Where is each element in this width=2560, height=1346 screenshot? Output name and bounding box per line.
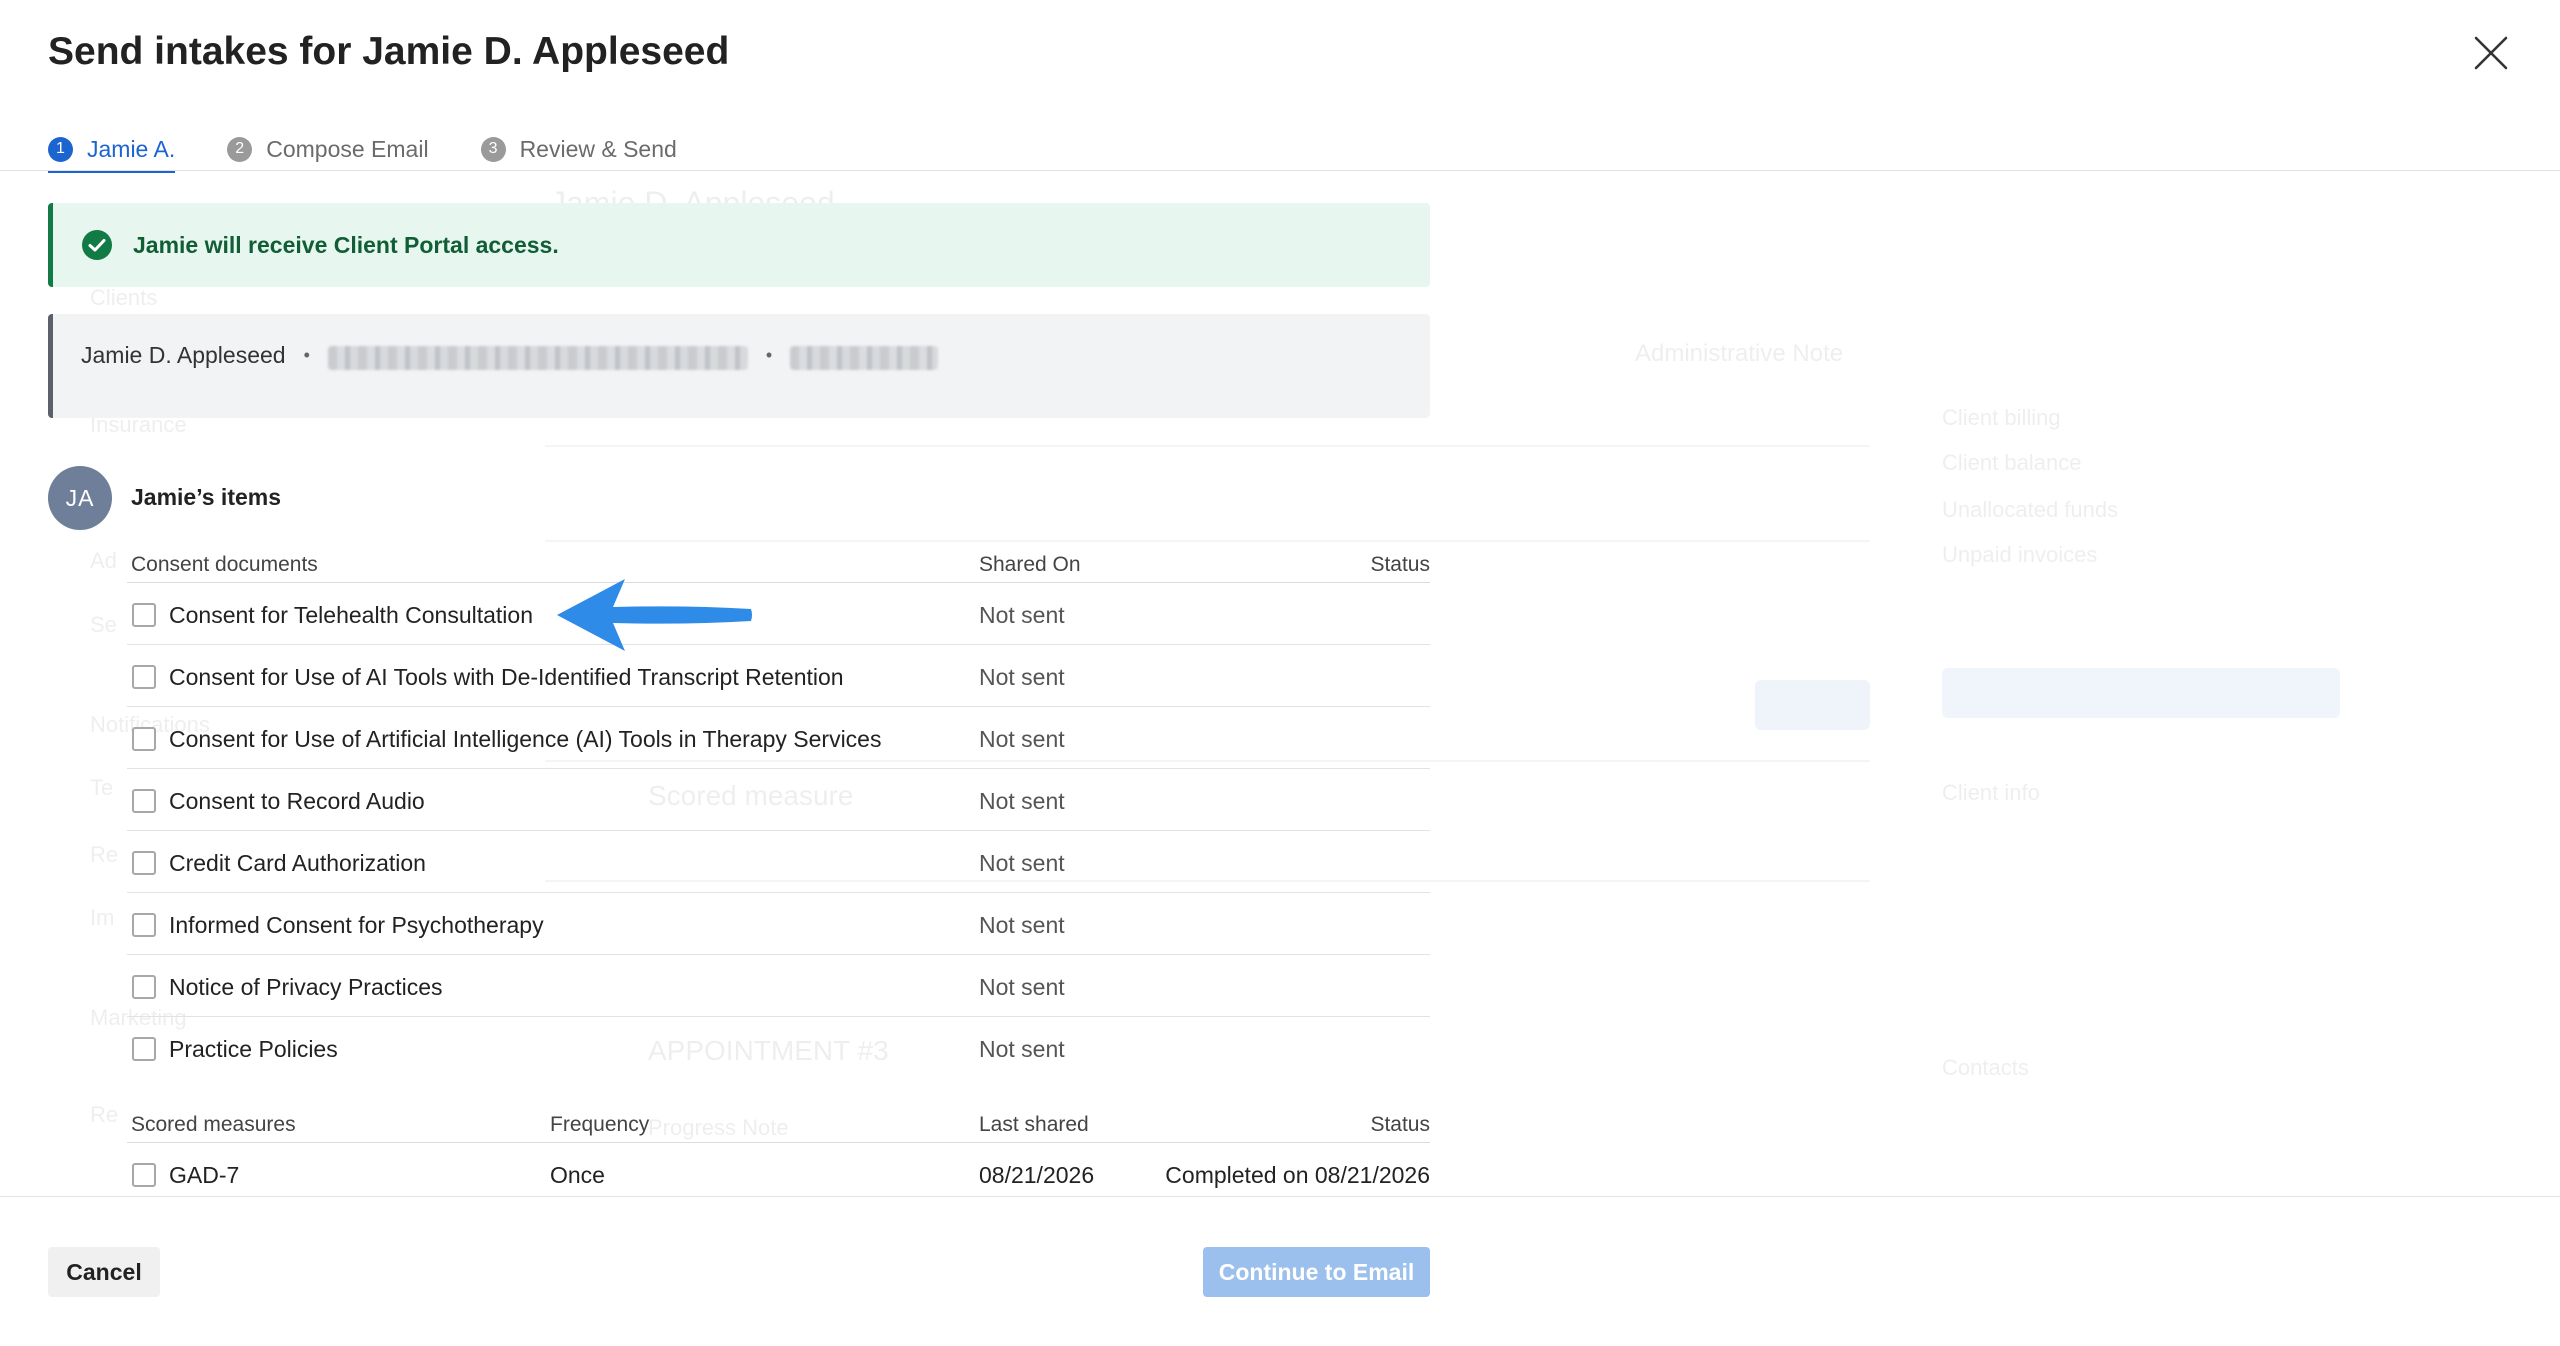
document-name: Informed Consent for Psychotherapy	[169, 912, 544, 938]
table-row: Informed Consent for Psychotherapy Not se…	[127, 893, 1430, 955]
document-name: Consent for Use of Artificial Intelligen…	[169, 726, 882, 752]
document-name: Credit Card Authorization	[169, 850, 426, 876]
step-review-send[interactable]: 3 Review & Send	[480, 128, 677, 170]
consent-documents-table: Consent documents Shared On Status Conse…	[127, 543, 1430, 1079]
shared-on-value: Not sent	[979, 974, 1065, 1000]
measure-status: Completed on 08/21/2026	[1165, 1162, 1430, 1188]
row-checkbox[interactable]	[132, 1037, 156, 1061]
send-intakes-dialog: Clients Insurance Ad Se Notifications Te…	[0, 0, 2560, 1346]
table-row: Consent to Record Audio Not sent	[127, 769, 1430, 831]
step-number: 2	[227, 136, 253, 162]
dialog-title: Send intakes for Jamie D. Appleseed	[48, 30, 730, 73]
client-name: Jamie D. Appleseed	[81, 342, 286, 368]
table-row: Notice of Privacy Practices Not sent	[127, 955, 1430, 1017]
step-label: Jamie A.	[87, 135, 176, 162]
table-header: Consent documents Shared On Status	[127, 543, 1430, 583]
shared-on-value: Not sent	[979, 912, 1065, 938]
header-consent-documents: Consent documents	[131, 553, 318, 576]
annotation-arrow-icon	[557, 579, 752, 651]
cancel-button[interactable]: Cancel	[48, 1247, 160, 1297]
avatar: JA	[48, 466, 112, 530]
redacted-phone	[790, 346, 939, 370]
table-row: Practice Policies Not sent	[127, 1017, 1430, 1079]
table-row: Consent for Use of Artificial Intelligen…	[127, 707, 1430, 769]
row-checkbox[interactable]	[132, 975, 156, 999]
document-name: Practice Policies	[169, 1036, 338, 1062]
shared-on-value: Not sent	[979, 726, 1065, 752]
measure-last-shared: 08/21/2026	[979, 1162, 1095, 1188]
header-shared-on: Shared On	[979, 553, 1081, 576]
separator: •	[765, 345, 773, 365]
header-scored-measures: Scored measures	[131, 1113, 296, 1136]
step-client[interactable]: 1 Jamie A.	[48, 128, 176, 173]
shared-on-value: Not sent	[979, 1036, 1065, 1062]
shared-on-value: Not sent	[979, 788, 1065, 814]
table-header: Scored measures Frequency Last shared St…	[127, 1103, 1430, 1143]
header-last-shared: Last shared	[979, 1113, 1089, 1136]
step-label: Review & Send	[519, 135, 677, 162]
portal-access-banner: Jamie will receive Client Portal access.	[48, 203, 1430, 287]
row-checkbox[interactable]	[132, 603, 156, 627]
footer-divider	[0, 1196, 2560, 1197]
step-compose-email[interactable]: 2 Compose Email	[227, 128, 429, 170]
row-checkbox[interactable]	[132, 665, 156, 689]
header-status: Status	[1370, 553, 1430, 576]
close-button[interactable]	[2468, 30, 2514, 76]
row-checkbox[interactable]	[132, 1163, 156, 1187]
banner-text: Jamie will receive Client Portal access.	[133, 231, 559, 258]
row-checkbox[interactable]	[132, 789, 156, 813]
shared-on-value: Not sent	[979, 850, 1065, 876]
header-status: Status	[1370, 1113, 1430, 1136]
shared-on-value: Not sent	[979, 664, 1065, 690]
table-row: Consent for Use of AI Tools with De-Iden…	[127, 645, 1430, 707]
table-row: Consent for Telehealth Consultation Not s…	[127, 583, 1430, 645]
document-name: Notice of Privacy Practices	[169, 974, 443, 1000]
step-label: Compose Email	[266, 135, 429, 162]
measure-name: GAD-7	[169, 1162, 240, 1188]
client-summary: Jamie D. Appleseed • •	[48, 314, 1430, 418]
row-checkbox[interactable]	[132, 851, 156, 875]
header-divider	[0, 170, 2560, 171]
close-icon	[2474, 36, 2508, 70]
document-name: Consent for Telehealth Consultation	[169, 602, 533, 628]
check-circle-icon	[82, 230, 112, 260]
document-name: Consent for Use of AI Tools with De-Iden…	[169, 664, 844, 690]
header-frequency: Frequency	[550, 1113, 650, 1136]
scored-measures-table: Scored measures Frequency Last shared St…	[127, 1103, 1430, 1205]
table-row: Credit Card Authorization Not sent	[127, 831, 1430, 893]
separator: •	[303, 345, 310, 365]
stepper: 1 Jamie A. 2 Compose Email 3 Review & Se…	[48, 128, 729, 173]
row-checkbox[interactable]	[132, 727, 156, 751]
row-checkbox[interactable]	[132, 913, 156, 937]
step-number: 3	[480, 136, 506, 162]
shared-on-value: Not sent	[979, 602, 1065, 628]
redacted-email	[327, 346, 748, 370]
items-title: Jamie’s items	[131, 484, 282, 510]
document-name: Consent to Record Audio	[169, 788, 425, 814]
step-number: 1	[48, 136, 73, 162]
continue-to-email-button[interactable]: Continue to Email	[1203, 1247, 1430, 1297]
measure-frequency: Once	[550, 1162, 605, 1188]
